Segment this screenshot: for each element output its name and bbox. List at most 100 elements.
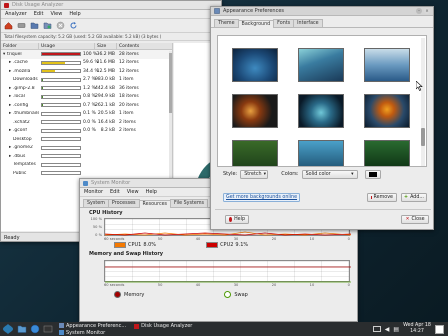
col-usage[interactable]: Usage xyxy=(39,43,95,49)
display-icon[interactable] xyxy=(372,326,381,332)
contents-cell: 28 items xyxy=(119,51,139,57)
table-row[interactable]: ▸ .cache 59.6 % 21.6 MB 12 items xyxy=(1,59,172,68)
contents-cell: 12 items xyxy=(119,60,139,66)
table-row[interactable]: ▸ .dbus xyxy=(1,152,172,161)
tab-background[interactable]: Background xyxy=(237,20,275,28)
scan-home-icon[interactable] xyxy=(4,21,13,30)
network-icon[interactable]: ▤ xyxy=(393,326,399,333)
scan-filesystem-icon[interactable] xyxy=(17,21,26,30)
terminal-launcher-icon[interactable] xyxy=(43,324,53,334)
table-row[interactable]: ▸ .gconf 0.0 % 8.2 kB 2 items xyxy=(1,127,172,136)
usage-bar-cell xyxy=(39,154,83,159)
table-row[interactable]: ▸ .mozilla 34.4 % 12.5 MB 12 items xyxy=(1,67,172,76)
col-folder[interactable]: Folder xyxy=(1,43,39,49)
wallpaper-thumbnail[interactable] xyxy=(298,140,344,166)
taskbar-window-list: Appearance Preferenc... System Monitor xyxy=(59,322,126,336)
taskbar-item-system-monitor[interactable]: System Monitor xyxy=(59,329,126,336)
cpu-x-axis: 60 seconds 50 40 30 20 10 0 xyxy=(104,237,350,241)
minimize-icon[interactable]: – xyxy=(416,8,422,14)
get-more-backgrounds-link[interactable]: Get more backgrounds online xyxy=(223,192,301,202)
style-dropdown[interactable]: Stretch ▾ xyxy=(240,169,269,179)
menu-view[interactable]: View xyxy=(50,11,62,17)
close-button[interactable]: ✕ Close xyxy=(401,215,429,224)
col-size[interactable]: Size xyxy=(95,43,117,49)
swap-pie-icon[interactable] xyxy=(224,291,232,298)
menu-edit[interactable]: Edit xyxy=(34,11,44,17)
help-button[interactable]: Help xyxy=(225,215,249,224)
wallpaper-thumbnail[interactable] xyxy=(364,48,410,82)
taskbar-item-disk-analyzer[interactable]: Disk Usage Analyzer xyxy=(134,323,192,329)
wallpaper-thumbnail[interactable] xyxy=(298,94,344,128)
usage-bar xyxy=(41,137,81,142)
appearance-titlebar[interactable]: Appearance Preferences – × xyxy=(211,7,433,16)
usage-percent-cell: 0.0 % xyxy=(83,128,96,134)
contents-cell: 20 items xyxy=(119,102,139,108)
cpu1-color-swatch[interactable] xyxy=(114,242,126,248)
menu-monitor[interactable]: Monitor xyxy=(84,189,103,195)
scan-folder-icon[interactable] xyxy=(30,21,39,30)
taskbar-item-appearance[interactable]: Appearance Preferenc... xyxy=(59,322,126,329)
memory-legend: Memory Swap xyxy=(114,291,248,298)
tab-file-systems[interactable]: File Systems xyxy=(170,199,208,207)
wallpaper-grid-scrollbar[interactable] xyxy=(421,38,425,166)
cpu1-legend: CPU1 8.0% xyxy=(114,242,156,248)
remove-button[interactable]: Remove xyxy=(367,192,397,202)
scan-remote-icon[interactable] xyxy=(43,21,52,30)
folder-name-cell: Downloads xyxy=(13,77,38,83)
wallpaper-thumbnail[interactable] xyxy=(232,48,278,82)
table-row[interactable]: ▸ .local 0.8 % 294.9 kB 18 items xyxy=(1,93,172,102)
tab-fonts[interactable]: Fonts xyxy=(273,19,295,27)
table-row[interactable]: Desktop xyxy=(1,135,172,144)
colors-dropdown[interactable]: Solid color ▾ xyxy=(301,169,358,179)
table-row[interactable]: Downloads 2.7 % 983.0 kB 1 item xyxy=(1,76,172,85)
cpu2-color-swatch[interactable] xyxy=(206,242,219,248)
menu-help[interactable]: Help xyxy=(146,189,157,195)
usage-bar xyxy=(41,94,81,99)
help-icon xyxy=(229,217,233,222)
menu-help[interactable]: Help xyxy=(69,11,80,17)
browser-launcher-icon[interactable] xyxy=(30,324,40,334)
table-row[interactable]: ▾ triquel 100 % 36.2 MB 28 items xyxy=(1,50,172,59)
table-row[interactable]: ▸ .thumbnails 0.1 % 20.5 kB 1 item xyxy=(1,110,172,119)
tab-processes[interactable]: Processes xyxy=(107,199,140,207)
contents-cell: 2 items xyxy=(119,119,136,125)
tab-resources[interactable]: Resources xyxy=(138,200,172,208)
system-monitor-icon xyxy=(59,330,64,335)
add-button[interactable]: + Add... xyxy=(401,192,427,202)
size-cell: 262.1 kB xyxy=(95,102,116,108)
wallpaper-thumbnail[interactable] xyxy=(232,94,278,128)
table-row[interactable]: ▸ .gimp-2.8 1.2 % 442.4 kB 36 items xyxy=(1,84,172,93)
menu-edit[interactable]: Edit xyxy=(110,189,120,195)
table-row[interactable]: ▸ .gnome2 xyxy=(1,144,172,153)
contents-cell: 1 item xyxy=(119,111,134,117)
memory-pie-icon[interactable] xyxy=(114,291,121,298)
wallpaper-thumbnail[interactable] xyxy=(298,48,344,82)
app-menu-icon[interactable] xyxy=(2,323,14,335)
wallpaper-thumbnail[interactable] xyxy=(232,140,278,166)
color-picker-button[interactable] xyxy=(364,169,381,179)
memory-history-heading: Memory and Swap History xyxy=(89,251,164,257)
disk-analyzer-titlebar[interactable]: Disk Usage Analyzer xyxy=(1,1,221,10)
disk-analyzer-menubar: Analyzer Edit View Help xyxy=(1,10,221,19)
usage-bar-cell xyxy=(39,137,83,142)
tab-theme[interactable]: Theme xyxy=(214,19,239,27)
close-icon[interactable]: × xyxy=(424,8,430,14)
colors-label: Colors: xyxy=(281,171,299,177)
table-row[interactable]: ▸ .config 0.7 % 262.1 kB 20 items xyxy=(1,101,172,110)
tab-system[interactable]: System xyxy=(83,199,109,207)
table-row[interactable]: Public xyxy=(1,169,172,178)
menu-analyzer[interactable]: Analyzer xyxy=(5,11,27,17)
stop-icon[interactable] xyxy=(56,21,65,30)
wallpaper-thumbnail[interactable] xyxy=(364,140,410,166)
tab-interface[interactable]: Interface xyxy=(293,19,323,27)
files-launcher-icon[interactable] xyxy=(17,324,27,334)
refresh-icon[interactable] xyxy=(69,21,78,30)
volume-icon[interactable]: ◀ xyxy=(385,326,390,333)
workspace-switcher-icon[interactable] xyxy=(435,324,444,334)
table-row[interactable]: .xchat2 0.0 % 16.4 kB 2 items xyxy=(1,118,172,127)
col-contents[interactable]: Contents xyxy=(117,43,171,49)
clock[interactable]: Wed Apr 18 14:27 xyxy=(403,323,431,335)
menu-view[interactable]: View xyxy=(127,189,139,195)
wallpaper-thumbnail[interactable] xyxy=(364,94,410,128)
table-row[interactable]: Templates xyxy=(1,161,172,170)
